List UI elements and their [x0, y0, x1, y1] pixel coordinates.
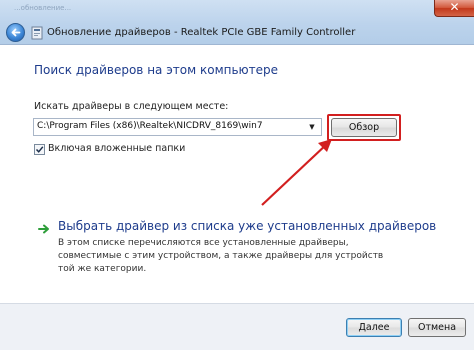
cancel-button[interactable]: Отмена: [408, 318, 466, 337]
pick-driver-description: В этом списке перечисляются все установл…: [58, 238, 384, 274]
next-button[interactable]: Далее: [346, 318, 402, 337]
green-arrow-icon: [38, 224, 49, 234]
annotation-arrow: [261, 139, 332, 206]
wizard-footer: [0, 303, 474, 350]
pick-driver-link[interactable]: Выбрать драйвер из списка уже установлен…: [58, 219, 436, 233]
